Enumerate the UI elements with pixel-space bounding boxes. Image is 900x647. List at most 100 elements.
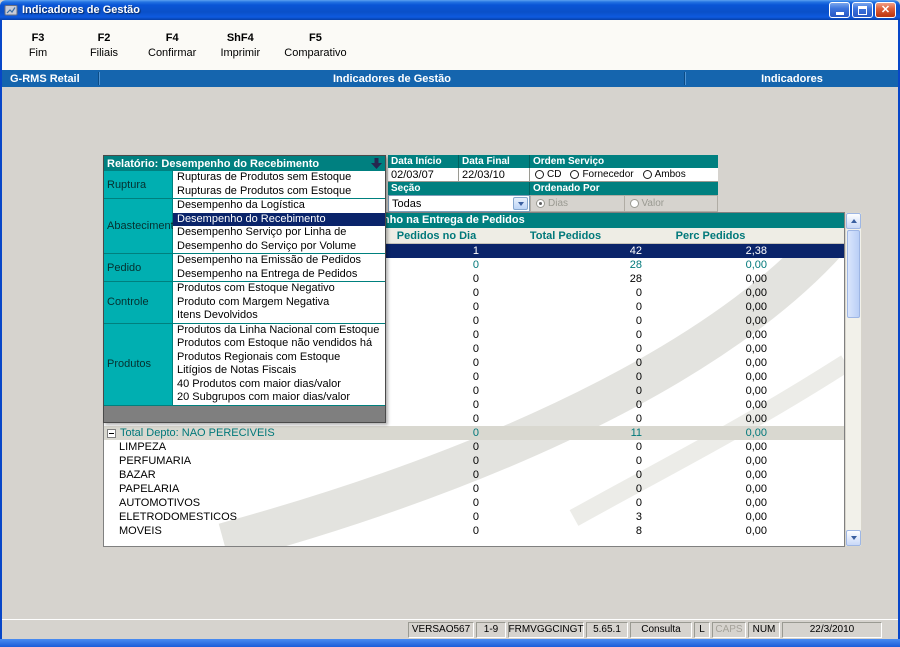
collapse-icon[interactable] xyxy=(107,429,116,438)
vertical-scrollbar[interactable] xyxy=(845,212,862,547)
report-selector-header[interactable]: Relatório: Desempenho do Recebimento xyxy=(104,156,385,171)
row-perc-pedidos: 0,00 xyxy=(647,510,774,524)
window-controls: ✕ xyxy=(829,2,896,18)
row-total-pedidos: 28 xyxy=(484,258,647,272)
column-total-pedidos[interactable]: Total Pedidos xyxy=(484,230,647,242)
row-perc-pedidos: 0,00 xyxy=(647,258,774,272)
maximize-button[interactable] xyxy=(852,2,873,18)
row-perc-pedidos: 0,00 xyxy=(647,370,774,384)
row-pedidos-no-dia: 0 xyxy=(389,286,484,300)
row-name-text: LIMPEZA xyxy=(119,440,166,454)
radio-fornecedor[interactable]: Fornecedor xyxy=(570,169,633,180)
data-final-field[interactable]: 22/03/10 xyxy=(459,168,530,182)
report-menu-item[interactable]: Itens Devolvidos xyxy=(173,309,385,323)
data-inicio-field[interactable]: 02/03/07 xyxy=(388,168,459,182)
toolbar-key: F5 xyxy=(309,32,322,44)
radio-ambos[interactable]: Ambos xyxy=(643,169,686,180)
toolbar-button-shf4[interactable]: ShF4Imprimir xyxy=(214,29,266,62)
row-name: BAZAR xyxy=(104,468,389,482)
report-category-controle[interactable]: Controle xyxy=(104,282,173,323)
row-total-pedidos: 0 xyxy=(484,300,647,314)
report-category-abastecimento[interactable]: Abastecimento xyxy=(104,199,173,253)
table-row[interactable]: LIMPEZA000,00 xyxy=(104,440,844,454)
row-total-pedidos: 28 xyxy=(484,272,647,286)
status-cell-versao567: VERSAO567 xyxy=(408,622,474,638)
row-perc-pedidos: 0,00 xyxy=(647,384,774,398)
radio-fornecedor-label: Fornecedor xyxy=(582,169,633,180)
report-menu-group: RupturaRupturas de Produtos sem EstoqueR… xyxy=(104,171,385,199)
secao-dropdown-button[interactable] xyxy=(513,197,528,210)
report-category-produtos[interactable]: Produtos xyxy=(104,324,173,405)
row-total-pedidos: 0 xyxy=(484,356,647,370)
column-perc-pedidos[interactable]: Perc Pedidos xyxy=(647,230,774,242)
row-perc-pedidos: 0,00 xyxy=(647,328,774,342)
table-row[interactable]: BAZAR000,00 xyxy=(104,468,844,482)
dropdown-arrow-icon xyxy=(518,202,524,206)
report-menu-item[interactable]: Produtos Regionais com Estoque xyxy=(173,351,385,365)
scroll-up-button[interactable] xyxy=(846,213,861,229)
table-row[interactable]: ELETRODOMESTICOS030,00 xyxy=(104,510,844,524)
minimize-button[interactable] xyxy=(829,2,850,18)
secao-selected-value: Todas xyxy=(389,198,513,210)
row-total-pedidos: 11 xyxy=(484,426,647,440)
row-perc-pedidos: 0,00 xyxy=(647,524,774,538)
report-menu-item[interactable]: Desempenho Serviço por Linha de xyxy=(173,226,385,240)
secao-dropdown[interactable]: Todas xyxy=(388,195,530,212)
report-category-ruptura[interactable]: Ruptura xyxy=(104,171,173,198)
report-menu-item[interactable]: Produtos com Estoque não vendidos há xyxy=(173,337,385,351)
close-button[interactable]: ✕ xyxy=(875,2,896,18)
row-pedidos-no-dia: 0 xyxy=(389,482,484,496)
report-menu-item[interactable]: Produtos com Estoque Negativo xyxy=(173,282,385,296)
report-menu-item[interactable]: Rupturas de Produtos sem Estoque xyxy=(173,171,385,185)
radio-dias[interactable]: Dias xyxy=(531,196,624,211)
column-pedidos-no-dia[interactable]: Pedidos no Dia xyxy=(389,230,484,242)
row-pedidos-no-dia: 0 xyxy=(389,412,484,426)
report-selector-menu: Relatório: Desempenho do Recebimento Rup… xyxy=(103,155,386,423)
report-menu-item[interactable]: Rupturas de Produtos com Estoque xyxy=(173,185,385,199)
row-total-pedidos: 0 xyxy=(484,370,647,384)
report-menu-item[interactable]: Desempenho do Recebimento xyxy=(173,213,385,227)
status-cell-frmvggcingt: FRMVGGCINGT xyxy=(508,622,584,638)
row-pedidos-no-dia: 0 xyxy=(389,454,484,468)
row-pedidos-no-dia: 0 xyxy=(389,510,484,524)
report-menu-item[interactable]: 20 Subgrupos com maior dias/valor xyxy=(173,391,385,405)
report-menu-item[interactable]: Desempenho na Emissão de Pedidos xyxy=(173,254,385,268)
table-row[interactable]: AUTOMOTIVOS000,00 xyxy=(104,496,844,510)
report-menu-item[interactable]: Desempenho do Serviço por Volume xyxy=(173,240,385,254)
status-bar: VERSAO5671-9FRMVGGCINGT5.65.1ConsultaLCA… xyxy=(2,619,898,639)
scroll-down-button[interactable] xyxy=(846,530,861,546)
report-menu-group: AbastecimentoDesempenho da LogísticaDese… xyxy=(104,199,385,254)
report-menu-item[interactable]: Litígios de Notas Fiscais xyxy=(173,364,385,378)
row-total-pedidos: 0 xyxy=(484,412,647,426)
row-total-pedidos: 0 xyxy=(484,398,647,412)
radio-ambos-circle xyxy=(643,170,652,179)
app-icon xyxy=(4,3,18,17)
scrollbar-thumb[interactable] xyxy=(847,230,860,318)
report-menu-item[interactable]: Desempenho na Entrega de Pedidos xyxy=(173,268,385,282)
row-name: ELETRODOMESTICOS xyxy=(104,510,389,524)
row-name-text: BAZAR xyxy=(119,468,156,482)
table-row[interactable]: Total Depto: NAO PERECIVEIS0110,00 xyxy=(104,426,844,440)
row-perc-pedidos: 0,00 xyxy=(647,342,774,356)
report-menu-item[interactable]: 40 Produtos com maior dias/valor xyxy=(173,378,385,392)
table-row[interactable]: MOVEIS080,00 xyxy=(104,524,844,538)
radio-cd[interactable]: CD xyxy=(535,169,561,180)
table-row[interactable]: PAPELARIA000,00 xyxy=(104,482,844,496)
report-menu-item[interactable]: Desempenho da Logística xyxy=(173,199,385,213)
report-menu-item[interactable]: Produto com Margem Negativa xyxy=(173,296,385,310)
row-name: Total Depto: NAO PERECIVEIS xyxy=(104,426,389,440)
report-menu-item[interactable]: Produtos da Linha Nacional com Estoque xyxy=(173,324,385,338)
toolbar-button-f4[interactable]: F4Confirmar xyxy=(144,29,200,62)
report-menu-group: ProdutosProdutos da Linha Nacional com E… xyxy=(104,324,385,406)
ordem-servico-header: Ordem Serviço xyxy=(530,155,718,168)
toolbar-button-f2[interactable]: F2Filiais xyxy=(78,29,130,62)
row-name-text: PERFUMARIA xyxy=(119,454,191,468)
data-inicio-header: Data Início xyxy=(388,155,459,168)
report-menu-group: ControleProdutos com Estoque NegativoPro… xyxy=(104,282,385,324)
report-category-pedido[interactable]: Pedido xyxy=(104,254,173,281)
toolbar-button-f3[interactable]: F3Fim xyxy=(12,29,64,62)
table-row[interactable]: PERFUMARIA000,00 xyxy=(104,454,844,468)
radio-valor[interactable]: Valor xyxy=(624,196,718,211)
row-pedidos-no-dia: 0 xyxy=(389,426,484,440)
toolbar-button-f5[interactable]: F5Comparativo xyxy=(280,29,350,62)
